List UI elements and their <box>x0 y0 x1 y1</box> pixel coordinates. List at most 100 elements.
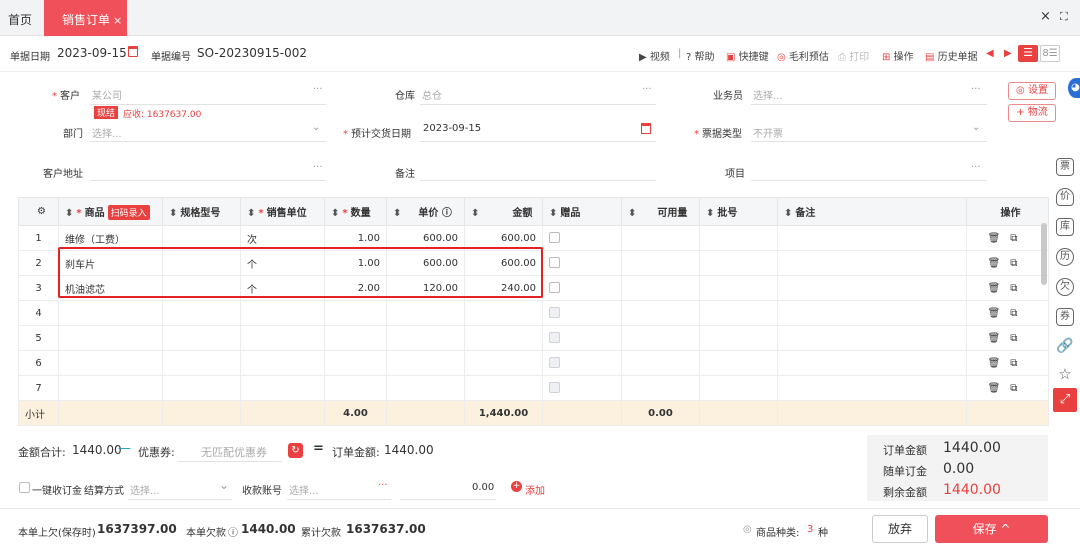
delete-icon[interactable]: 🗑 <box>988 258 1011 269</box>
qty-cell[interactable] <box>324 300 387 326</box>
save-button[interactable]: 保存 ^ <box>935 515 1048 543</box>
unit-cell[interactable] <box>240 350 325 376</box>
warehouse-more-icon[interactable]: ··· <box>642 84 652 95</box>
window-close-icon[interactable]: × <box>1040 9 1051 24</box>
account-field[interactable]: 选择... <box>289 482 319 497</box>
prev-arrow-icon[interactable]: ◀ <box>986 48 994 59</box>
address-field[interactable] <box>90 180 326 181</box>
note-cell[interactable] <box>777 275 967 301</box>
project-field[interactable] <box>751 180 987 181</box>
note-cell[interactable] <box>777 250 967 276</box>
shortcuts-button[interactable]: ▣ 快捷键 <box>726 48 769 63</box>
gift-cell[interactable] <box>542 275 622 301</box>
gift-checkbox[interactable] <box>549 232 560 244</box>
qty-cell[interactable] <box>324 375 387 401</box>
date-value[interactable]: 2023-09-15 <box>57 46 127 60</box>
amount-cell[interactable] <box>464 350 543 376</box>
product-cell[interactable] <box>58 325 163 351</box>
delete-icon[interactable]: 🗑 <box>988 283 1011 294</box>
salesperson-field[interactable]: 选择... <box>753 87 783 102</box>
batch-cell[interactable] <box>699 225 778 251</box>
gift-cell[interactable] <box>542 300 622 326</box>
help-button[interactable]: ? 帮助 <box>686 48 715 63</box>
batch-cell[interactable] <box>699 350 778 376</box>
settle-field[interactable]: 选择... <box>130 482 160 497</box>
amount-cell[interactable] <box>464 300 543 326</box>
expand-icon[interactable]: ⤢ <box>1053 388 1077 412</box>
calendar-icon[interactable] <box>128 46 138 57</box>
actions-button[interactable]: ⊞ 操作 <box>882 48 914 63</box>
note-cell[interactable] <box>777 350 967 376</box>
unit-cell[interactable] <box>240 325 325 351</box>
copy-icon[interactable]: ⧉ <box>1010 358 1027 369</box>
copy-icon[interactable]: ⧉ <box>1010 383 1027 394</box>
video-button[interactable]: ▶ 视频 <box>639 48 670 63</box>
scan-entry-button[interactable]: 扫码录入 <box>107 204 150 220</box>
product-cell[interactable] <box>58 350 163 376</box>
add-icon[interactable]: + <box>511 481 522 492</box>
attachment-icon[interactable]: 🔗 <box>1056 338 1074 356</box>
batch-cell[interactable] <box>699 300 778 326</box>
batch-cell[interactable] <box>699 250 778 276</box>
unit-cell[interactable] <box>240 375 325 401</box>
gift-cell[interactable] <box>542 325 622 351</box>
price-cell[interactable] <box>386 375 465 401</box>
col-spec[interactable]: ⬍ 规格型号 <box>162 197 241 226</box>
spec-cell[interactable] <box>162 375 241 401</box>
account-more-icon[interactable]: ··· <box>378 480 388 491</box>
delete-icon[interactable]: 🗑 <box>988 358 1011 369</box>
note-cell[interactable] <box>777 375 967 401</box>
product-cell[interactable] <box>58 375 163 401</box>
tab-sales-order[interactable]: 销售订单 × <box>44 0 127 36</box>
note-cell[interactable] <box>777 325 967 351</box>
unit-cell[interactable] <box>240 300 325 326</box>
one-key-deposit-checkbox[interactable] <box>19 482 30 493</box>
table-row[interactable]: 7 🗑⧉ <box>18 375 1049 401</box>
star-icon[interactable]: ☆ <box>1056 366 1074 384</box>
receipt-icon[interactable]: 票 <box>1056 158 1074 176</box>
gift-checkbox[interactable] <box>549 257 560 269</box>
next-arrow-icon[interactable]: ▶ <box>1004 48 1012 59</box>
batch-cell[interactable] <box>699 275 778 301</box>
coupon-field[interactable]: 无匹配优惠券 <box>201 444 267 460</box>
invoice-dropdown-icon[interactable]: ⌄ <box>972 122 980 133</box>
delivery-calendar-icon[interactable] <box>641 123 651 134</box>
project-more-icon[interactable]: ··· <box>971 162 981 173</box>
assistant-icon[interactable]: ◕ <box>1068 78 1080 98</box>
gross-profit-button[interactable]: ◎ 毛利预估 <box>777 48 829 63</box>
tab-close-icon[interactable]: × <box>113 14 122 27</box>
tab-home[interactable]: 首页 <box>8 11 32 28</box>
delivery-field[interactable]: 2023-09-15 <box>423 123 481 134</box>
history-icon[interactable]: 历 <box>1056 248 1074 266</box>
price-cell[interactable] <box>386 350 465 376</box>
col-gift[interactable]: ⬍ 赠品 <box>542 197 622 226</box>
batch-cell[interactable] <box>699 325 778 351</box>
remark-field[interactable] <box>420 180 656 181</box>
history-button[interactable]: ▤ 历史单据 <box>925 48 978 63</box>
qty-cell[interactable] <box>324 325 387 351</box>
batch-cell[interactable] <box>699 375 778 401</box>
col-unit[interactable]: ⬍ * 销售单位 <box>240 197 325 226</box>
table-row[interactable]: 5 🗑⧉ <box>18 325 1049 351</box>
product-cell[interactable] <box>58 300 163 326</box>
delete-icon[interactable]: 🗑 <box>988 333 1011 344</box>
settle-dropdown-icon[interactable]: ⌄ <box>219 478 229 492</box>
refresh-icon[interactable]: ↻ <box>288 443 303 458</box>
table-row[interactable]: 6 🗑⧉ <box>18 350 1049 376</box>
copy-icon[interactable]: ⧉ <box>1010 333 1027 344</box>
copy-icon[interactable]: ⧉ <box>1010 308 1027 319</box>
fullscreen-icon[interactable]: ⛶ <box>1060 10 1068 24</box>
spec-cell[interactable] <box>162 350 241 376</box>
print-button[interactable]: ⎙ 打印 <box>838 48 869 63</box>
copy-icon[interactable]: ⧉ <box>1010 233 1027 244</box>
col-available[interactable]: ⬍ 可用量 <box>621 197 700 226</box>
note-cell[interactable] <box>777 300 967 326</box>
payment-amount-field[interactable]: 0.00 <box>472 482 494 493</box>
warehouse-icon[interactable]: 库 <box>1056 218 1074 236</box>
copy-icon[interactable]: ⧉ <box>1010 258 1027 269</box>
table-scrollbar[interactable] <box>1041 223 1047 285</box>
address-more-icon[interactable]: ··· <box>313 162 323 173</box>
col-amount[interactable]: ⬍ 金额 <box>464 197 543 226</box>
delete-icon[interactable]: 🗑 <box>988 383 1011 394</box>
gift-checkbox[interactable] <box>549 282 560 294</box>
